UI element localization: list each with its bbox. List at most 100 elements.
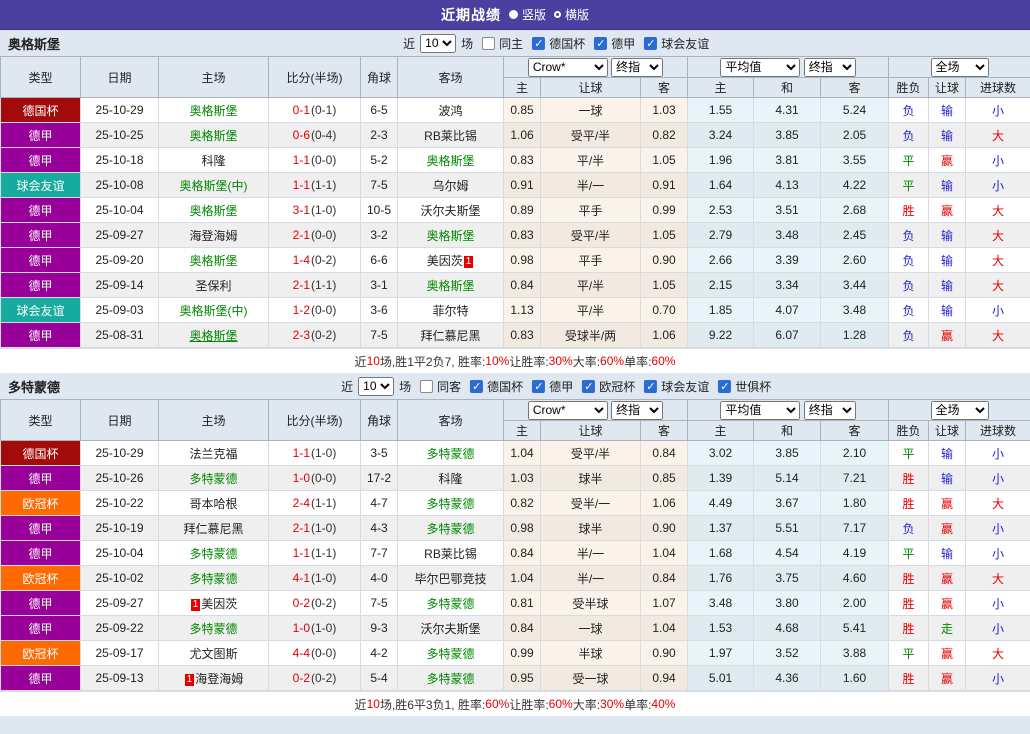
avg-away-odds: 3.48 [820,297,890,323]
home-team-link[interactable]: 海登海姆 [189,229,237,243]
away-team-link[interactable]: 多特蒙德 [426,522,474,536]
avg-away-odds: 5.41 [820,615,890,641]
team-section-header: 多特蒙德 近 10 场 同客 德国杯 德甲 欧冠杯 球会友谊 世俱杯 [0,373,1030,399]
avg-time-select[interactable]: 终指 [803,57,856,77]
fulltime-score: 2-1 [292,278,310,292]
away-team-link[interactable]: 多特蒙德 [426,597,474,611]
radio-selected-icon[interactable] [508,10,518,19]
away-team-link[interactable]: 毕尔巴鄂竞技 [414,572,486,586]
home-team-link[interactable]: 奥格斯堡 [189,204,237,218]
away-team-link[interactable]: 沃尔夫斯堡 [420,622,480,636]
avg-away-odds: 1.80 [820,490,890,516]
subcol-avg-home: 主 [687,420,755,441]
avg-draw-odds: 4.68 [753,615,822,641]
home-team-link[interactable]: 海登海姆 [195,672,243,686]
result-handicap: 输 [928,540,967,566]
competition-checkbox-欧冠杯[interactable] [582,379,596,393]
away-team-link[interactable]: 美因茨 [427,254,463,268]
handicap-away-odds: 0.82 [639,122,689,148]
away-team-link[interactable]: 奥格斯堡 [426,229,474,243]
away-team-link[interactable]: RB莱比锡 [424,129,477,143]
handicap-home-odds: 1.13 [503,297,541,323]
odds-time-select[interactable]: 终指 [611,57,664,77]
handicap-home-odds: 0.83 [503,222,541,248]
home-team-link[interactable]: 奥格斯堡(中) [180,304,248,318]
home-team-link[interactable]: 多特蒙德 [189,547,237,561]
competition-checkbox-球会友谊[interactable] [644,379,658,393]
away-team-link[interactable]: 乌尔姆 [432,179,468,193]
odds-source-select[interactable]: Crow* [527,400,608,420]
avg-home-odds: 3.02 [687,440,755,466]
away-team-link[interactable]: 奥格斯堡 [426,154,474,168]
result-handicap: 输 [928,440,967,466]
odds-source-select[interactable]: Crow* [527,57,608,77]
avg-away-odds: 3.44 [820,272,890,298]
avg-draw-odds: 3.39 [753,247,822,273]
away-team-link[interactable]: 沃尔夫斯堡 [420,204,480,218]
filter-bar: 近 10 场 同主 德国杯 德甲 球会友谊 [403,33,710,53]
fulltime-score: 1-1 [292,446,310,460]
match-row: 欧冠杯 25-10-22 哥本哈根 2-4(1-1) 4-7 多特蒙德 0.82 受半/一 1.… [0,490,1030,516]
away-team-link[interactable]: 多特蒙德 [426,672,474,686]
handicap-home-odds: 0.85 [503,97,541,123]
away-team-link[interactable]: 波鸿 [438,104,462,118]
home-team-link[interactable]: 圣保利 [195,279,231,293]
competition-checkbox-德甲[interactable] [594,36,608,50]
home-team-link[interactable]: 多特蒙德 [189,572,237,586]
match-date: 25-09-27 [80,590,159,616]
home-team-link[interactable]: 尤文图斯 [189,647,237,661]
away-team-link[interactable]: 多特蒙德 [426,497,474,511]
away-team-link[interactable]: 奥格斯堡 [426,279,474,293]
radio-unselected-icon[interactable] [554,11,561,18]
result-outcome: 平 [888,172,930,198]
home-team-link[interactable]: 奥格斯堡(中) [180,179,248,193]
competition-type-badge: 德甲 [0,222,81,248]
home-team-link[interactable]: 奥格斯堡 [189,329,237,343]
away-team-cell: 波鸿 [397,97,504,123]
home-team-link[interactable]: 奥格斯堡 [189,129,237,143]
home-team-link[interactable]: 拜仁慕尼黑 [183,522,243,536]
result-goals: 小 [965,615,1030,641]
home-team-link[interactable]: 奥格斯堡 [189,104,237,118]
home-team-link[interactable]: 哥本哈根 [189,497,237,511]
filter-competition-label: 球会友谊 [661,36,710,51]
away-team-link[interactable]: RB莱比锡 [424,547,477,561]
competition-checkbox-球会友谊[interactable] [644,36,658,50]
avg-source-select[interactable]: 平均值 [720,57,801,77]
scope-select[interactable]: 全场 [930,57,989,77]
home-team-link[interactable]: 美因茨 [201,597,237,611]
subcol-handicap-home: 主 [503,77,541,98]
same-side-checkbox[interactable] [420,379,434,393]
avg-time-select[interactable]: 终指 [803,400,856,420]
competition-checkbox-德国杯[interactable] [470,379,484,393]
away-team-link[interactable]: 多特蒙德 [426,447,474,461]
match-row: 德甲 25-10-04 多特蒙德 1-1(1-1) 7-7 RB莱比锡 0.84 半/一 1.0… [0,540,1030,566]
competition-type-badge: 欧冠杯 [0,640,81,666]
competition-checkbox-德国杯[interactable] [532,36,546,50]
competition-type-badge: 德国杯 [0,97,81,123]
home-team-link[interactable]: 科隆 [201,154,225,168]
home-team-link[interactable]: 奥格斯堡 [189,254,237,268]
same-side-checkbox[interactable] [482,36,496,50]
filter-competition-label: 欧冠杯 [599,379,636,394]
home-team-link[interactable]: 多特蒙德 [189,622,237,636]
match-count-select[interactable]: 10 [420,33,457,53]
scope-select[interactable]: 全场 [930,400,989,420]
radio-horizontal-layout[interactable]: 横版 [554,6,589,23]
radio-vertical-layout[interactable]: 竖版 [508,6,546,23]
avg-away-odds: 7.17 [820,515,890,541]
home-team-link[interactable]: 多特蒙德 [189,472,237,486]
away-team-link[interactable]: 拜仁慕尼黑 [420,329,480,343]
home-team-link[interactable]: 法兰克福 [189,447,237,461]
competition-type-badge: 德甲 [0,615,81,641]
avg-source-select[interactable]: 平均值 [720,400,801,420]
competition-checkbox-德甲[interactable] [532,379,546,393]
avg-home-odds: 9.22 [687,322,755,348]
match-count-select[interactable]: 10 [358,376,395,396]
competition-checkbox-世俱杯[interactable] [718,379,732,393]
odds-time-select[interactable]: 终指 [611,400,664,420]
fulltime-score: 2-1 [292,228,310,242]
away-team-link[interactable]: 科隆 [438,472,462,486]
away-team-link[interactable]: 菲尔特 [432,304,468,318]
away-team-link[interactable]: 多特蒙德 [426,647,474,661]
